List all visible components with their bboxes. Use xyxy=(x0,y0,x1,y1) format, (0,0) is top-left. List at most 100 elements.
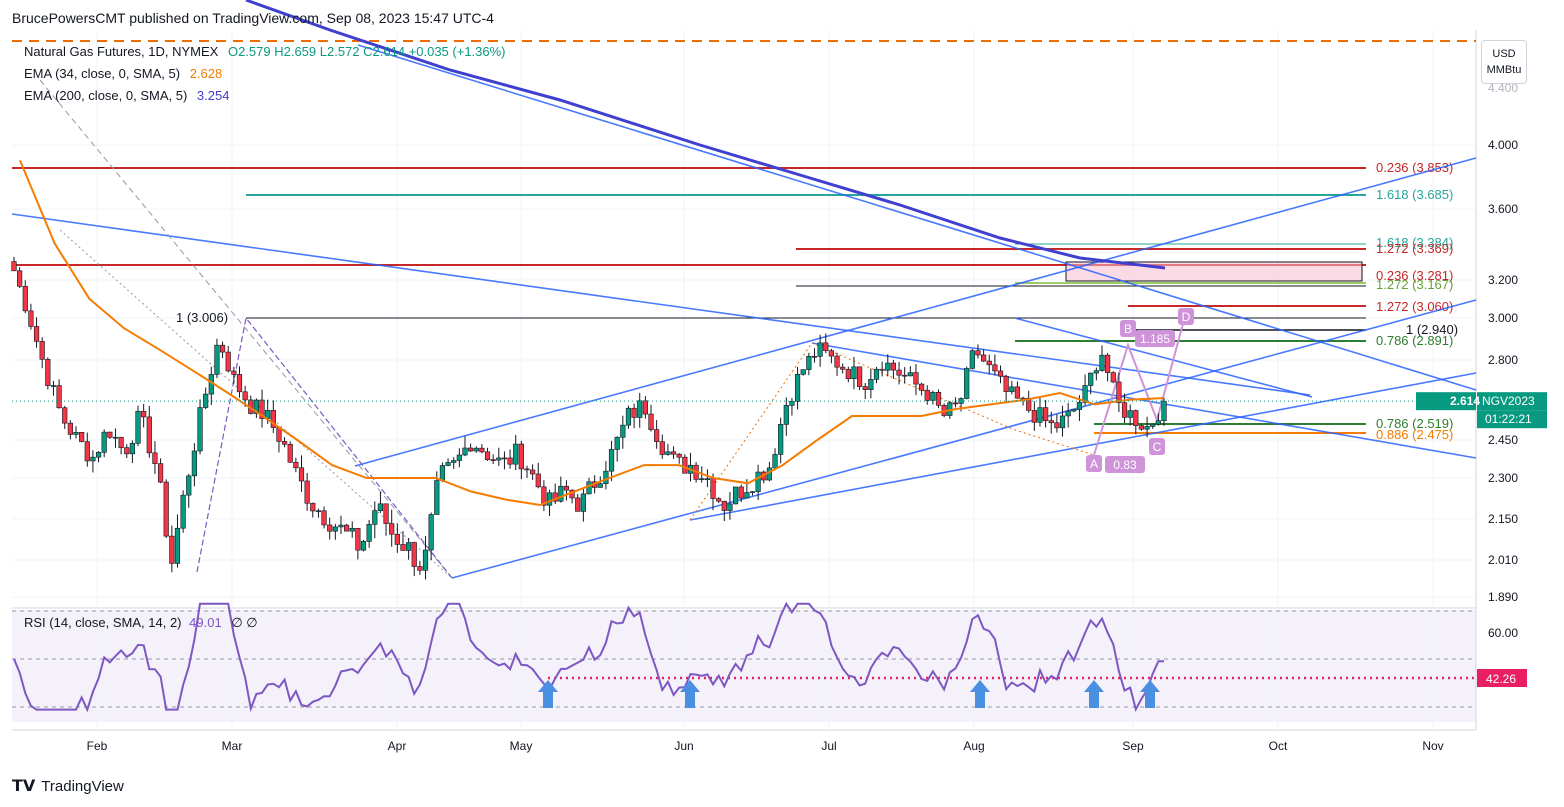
candle-body xyxy=(191,450,197,477)
candle-body xyxy=(868,379,874,390)
month-tick-label: Nov xyxy=(1422,739,1443,753)
candle-body xyxy=(721,500,727,511)
candle-body xyxy=(33,326,40,342)
candle-body xyxy=(1071,409,1077,412)
candle-body xyxy=(890,362,897,371)
candle-body xyxy=(665,451,671,455)
candle-body xyxy=(496,457,502,461)
candle-body xyxy=(580,493,586,512)
price-tick-label: 2.450 xyxy=(1488,433,1518,447)
candle-body xyxy=(321,510,327,526)
candle-body xyxy=(484,451,491,460)
candle-body xyxy=(518,443,524,470)
candle-body xyxy=(806,355,812,370)
price-tick-label: 2.300 xyxy=(1488,471,1518,485)
orange-wave-line xyxy=(689,319,1185,521)
candle-body xyxy=(434,480,440,515)
candle-body xyxy=(129,442,135,455)
price-tick-label: 2.010 xyxy=(1488,553,1518,567)
candle-body xyxy=(197,407,203,452)
countdown-text: 01:22:21 xyxy=(1485,412,1532,426)
candle-body xyxy=(873,368,880,380)
candle-body xyxy=(174,527,181,564)
candle-body xyxy=(389,523,395,535)
candle-body xyxy=(907,372,913,377)
candle-body xyxy=(445,462,451,466)
trend-line xyxy=(451,299,1477,579)
candle-body xyxy=(772,454,778,469)
candle-body xyxy=(738,486,744,499)
candle-body xyxy=(1144,426,1150,430)
candle-body xyxy=(1009,386,1015,392)
candle-body xyxy=(422,549,429,571)
price-tick-label: 1.890 xyxy=(1488,590,1518,604)
candle-body xyxy=(1043,407,1049,421)
rsi-level-text: 42.26 xyxy=(1486,672,1516,686)
candle-body xyxy=(575,497,581,512)
candle-body xyxy=(1031,410,1037,423)
candle-body xyxy=(530,469,536,475)
candle-body xyxy=(755,471,761,492)
candle-body xyxy=(885,362,891,371)
candle-body xyxy=(281,441,288,445)
candle-body xyxy=(214,344,220,375)
candle-body xyxy=(625,407,632,426)
candle-body xyxy=(986,360,992,366)
candles-group xyxy=(11,256,1167,580)
candle-body xyxy=(546,492,553,506)
candle-body xyxy=(997,370,1004,377)
candle-body xyxy=(11,261,17,272)
candle-body xyxy=(828,350,835,357)
candle-body xyxy=(394,533,400,545)
candle-body xyxy=(186,475,192,496)
candle-body xyxy=(439,465,446,481)
candle-body xyxy=(1105,354,1111,373)
candle-body xyxy=(513,443,519,465)
candle-body xyxy=(95,452,102,458)
candle-body xyxy=(1161,400,1167,422)
candle-body xyxy=(400,544,406,551)
symbol-legend: Natural Gas Futures, 1D, NYMEX O2.579 H2… xyxy=(24,44,506,59)
month-tick-label: Jul xyxy=(821,739,836,753)
month-tick-label: Mar xyxy=(222,739,243,753)
rsi-extra: ∅ ∅ xyxy=(231,615,258,630)
candle-body xyxy=(360,541,367,551)
pattern-point-label: C xyxy=(1153,440,1162,454)
candle-body xyxy=(902,374,908,377)
trend-line xyxy=(357,44,1477,391)
fib-level-label: 1.272 (3.167) xyxy=(1376,277,1453,292)
fib-level-label: 1.272 (3.369) xyxy=(1376,241,1453,256)
candle-body xyxy=(727,503,733,511)
candle-body xyxy=(975,350,981,356)
month-tick-label: Aug xyxy=(963,739,984,753)
candle-body xyxy=(1076,402,1083,410)
candle-body xyxy=(851,366,857,380)
candle-body xyxy=(310,502,316,512)
candle-body xyxy=(231,370,237,375)
candle-body xyxy=(704,478,710,480)
candle-body xyxy=(642,400,648,415)
candle-body xyxy=(1155,420,1161,425)
candle-body xyxy=(56,385,62,409)
tradingview-footer[interactable]: 𝗧𝗩 TradingView xyxy=(12,776,124,796)
candle-body xyxy=(428,514,434,551)
candle-body xyxy=(315,510,322,513)
rsi-value: 49.01 xyxy=(189,615,222,630)
candle-body xyxy=(146,416,152,454)
candle-body xyxy=(535,473,541,488)
candle-body xyxy=(501,457,508,460)
candle-body xyxy=(969,350,975,369)
candle-body xyxy=(603,470,609,484)
candle-body xyxy=(67,422,73,435)
candle-body xyxy=(377,503,384,511)
candle-body xyxy=(992,364,998,372)
candle-body xyxy=(479,447,485,453)
fib-level-label: 0.886 (2.475) xyxy=(1376,427,1453,442)
publisher-header: BrucePowersCMT published on TradingView.… xyxy=(12,10,494,26)
pattern-point-label: D xyxy=(1182,310,1191,324)
candle-body xyxy=(349,527,355,532)
candle-body xyxy=(1037,407,1043,423)
pattern-point-label: A xyxy=(1090,457,1098,471)
fib-level-label: 1.618 (3.685) xyxy=(1376,187,1453,202)
currency-unit-button[interactable]: USD MMBtu xyxy=(1481,40,1527,84)
